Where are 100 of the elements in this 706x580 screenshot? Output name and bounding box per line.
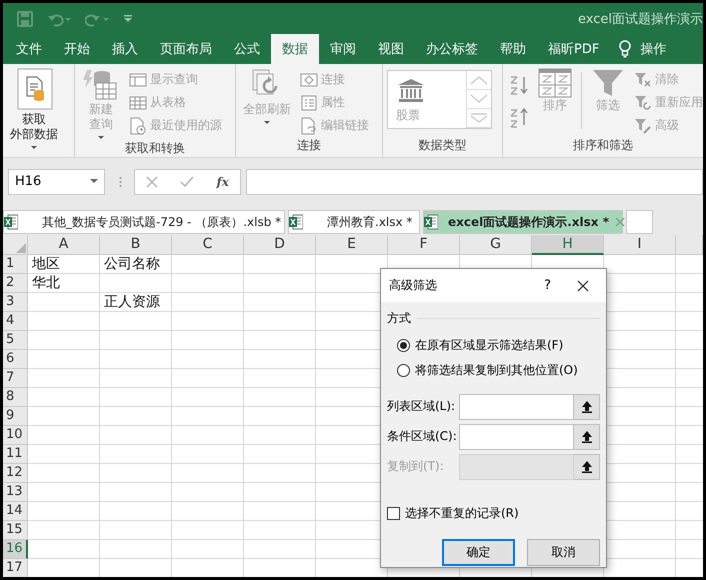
caret-icon[interactable] [90,179,98,184]
formula-input[interactable] [246,168,703,194]
row-number[interactable]: 9 [3,407,28,426]
group-title: 获取和转换 [124,140,186,157]
column-header[interactable]: E [316,235,388,255]
dialog-button[interactable]: 取消 [527,539,600,566]
expand-icon [469,113,489,124]
sort-grid-icon [538,68,572,98]
name-box-value: H16 [15,174,42,189]
check-icon[interactable] [180,176,194,188]
column-header[interactable]: I [604,235,676,255]
row-number[interactable]: 6 [3,350,28,369]
funnel-clear-icon [634,72,652,88]
ribbon-tab[interactable]: 公式 [223,34,271,64]
row-number[interactable]: 10 [3,426,28,445]
cancel-icon[interactable] [146,176,158,188]
workbook-tab[interactable]: 其他_数据专员测试题-729 - （原表）.xlsb * [3,210,285,234]
ribbon-tab[interactable]: 文件 [5,34,53,64]
spreadsheet-icon [289,214,303,230]
row-number[interactable]: 17 [3,559,28,577]
ribbon-tab[interactable]: 视图 [367,34,415,64]
ribbon-tab[interactable]: 办公标签 [415,34,489,64]
customize-caret-icon[interactable] [123,14,133,24]
ribbon-tab[interactable]: 开始 [53,34,101,64]
row-number[interactable]: 12 [3,464,28,483]
document-clock-icon [129,116,147,134]
row-number[interactable]: 15 [3,521,28,540]
field-label: 条件区域(C): [387,428,458,445]
chevron-up-icon [469,75,489,86]
field-label: 复制到(T): [387,458,445,475]
ribbon-tab[interactable]: 页面布局 [149,34,223,64]
row-number[interactable]: 3 [3,293,28,312]
close-icon[interactable] [577,280,589,292]
row-number[interactable]: 11 [3,445,28,464]
row-number[interactable]: 5 [3,331,28,350]
table-cell-text: 正人资源 [103,293,161,312]
panel-icon [300,72,318,88]
arrow-up-icon [580,460,593,473]
column-header[interactable]: C [172,235,244,255]
row-number[interactable]: 16 [3,540,28,559]
ribbon-tab[interactable]: 审阅 [319,34,367,64]
ribbon-tab[interactable]: 福昕PDF [537,34,610,64]
ribbon-button[interactable]: 获取 外部数据 [7,68,61,150]
funnel-icon [591,68,625,98]
group-title: 数据类型 [418,137,468,154]
grip-icon[interactable] [119,176,122,188]
sort-descending-icon [509,106,529,128]
collapse-button[interactable] [574,424,600,450]
input-field[interactable] [459,394,574,420]
group-title: 排序和筛选 [572,137,634,154]
section-label: 方式 [387,310,411,327]
option-label: 将筛选结果复制到其他位置(O) [415,362,578,379]
list-icon [300,94,318,110]
help-button[interactable]: ? [544,278,551,293]
collapse-button[interactable] [574,454,600,480]
option-label: 在原有区域显示筛选结果(F) [415,337,564,354]
table-icon [129,94,147,110]
spreadsheet-icon [4,214,18,230]
column-header[interactable] [676,235,703,255]
field-label: 列表区域(L): [387,398,456,415]
column-header[interactable]: G [460,235,532,255]
ribbon-tab[interactable]: 帮助 [489,34,537,64]
column-header[interactable]: H [532,235,604,255]
radio-button[interactable] [397,339,410,352]
collapse-button[interactable] [574,394,600,420]
table-cell-text: 地区 [31,255,61,274]
window-icon [129,72,147,88]
row-number[interactable]: 2 [3,274,28,293]
insert-function-button[interactable]: fx [216,174,229,188]
dialog-button[interactable]: 确定 [442,539,515,566]
input-field[interactable] [459,424,574,450]
lightbulb-icon[interactable] [618,40,632,58]
ribbon-tab[interactable]: 插入 [101,34,149,64]
radio-button[interactable] [397,364,410,377]
column-header[interactable]: D [244,235,316,255]
row-number[interactable]: 8 [3,388,28,407]
row-number[interactable]: 4 [3,312,28,331]
row-number[interactable]: 1 [3,255,28,274]
checkbox[interactable] [387,507,400,520]
column-header[interactable]: B [100,235,172,255]
row-number[interactable]: 7 [3,369,28,388]
arrow-up-icon [580,400,593,413]
row-number[interactable]: 13 [3,483,28,502]
window-title: excel面试题操作演示 [578,10,703,28]
spreadsheet-icon [424,214,438,230]
ribbon-tab[interactable]: 数据 [271,34,319,64]
name-box[interactable]: H16 [8,168,105,194]
chevron-down-icon [469,94,489,104]
checkbox-label: 选择不重复的记录(R) [405,505,519,522]
row-number[interactable]: 14 [3,502,28,521]
column-header[interactable]: A [28,235,100,255]
table-cell-text: 公司名称 [103,255,161,274]
workbook-tab[interactable]: excel面试题操作演示.xlsx * [423,210,623,234]
select-all-icon[interactable] [16,243,26,253]
tell-me-search[interactable]: 操作 [640,40,666,58]
workbook-tab[interactable]: 潭州教育.xlsx * [288,210,420,234]
new-tab-button[interactable] [626,210,653,234]
save-icon[interactable] [17,10,33,26]
column-header[interactable]: F [388,235,460,255]
funnel-pencil-icon [634,118,652,134]
